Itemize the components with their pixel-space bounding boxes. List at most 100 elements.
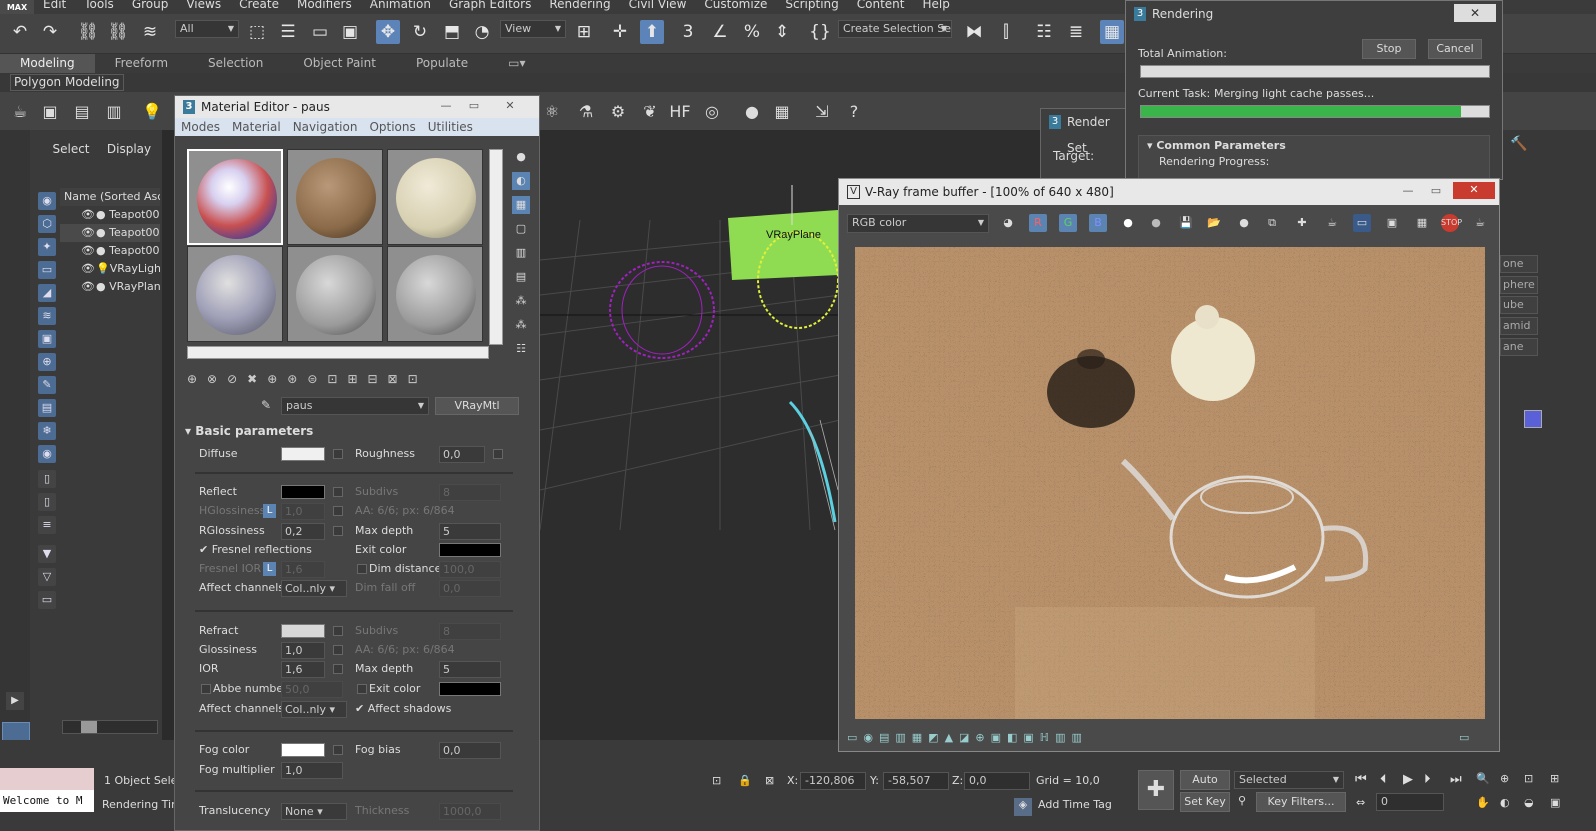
- lens-effects-icon[interactable]: ▦: [1413, 214, 1431, 232]
- render-production-icon[interactable]: ▥: [102, 100, 126, 124]
- background-icon[interactable]: ▦: [512, 196, 530, 214]
- fresnel-checkbox[interactable]: ✔ Fresnel reflections: [199, 543, 312, 556]
- eye-icon[interactable]: ◉: [38, 445, 56, 463]
- helpers-icon[interactable]: ◢: [38, 284, 56, 302]
- play-icon[interactable]: ▶: [1403, 772, 1413, 787]
- material-slot-3[interactable]: [387, 149, 483, 245]
- funnel-icon[interactable]: ▽: [38, 568, 56, 586]
- affect-channels-dropdown[interactable]: Col..nly ▾: [281, 580, 347, 597]
- render-setup-titlebar[interactable]: 3 Render Set: [1041, 109, 1129, 155]
- link-icon[interactable]: ⛓: [76, 20, 100, 44]
- eye-icon[interactable]: 👁: [80, 206, 96, 224]
- close-icon[interactable]: ✕: [497, 98, 523, 115]
- maximize-icon[interactable]: ▭: [461, 98, 487, 115]
- alpha-white-icon[interactable]: ●: [1119, 214, 1137, 232]
- tab-populate[interactable]: Populate: [396, 54, 488, 73]
- vfb-titlebar[interactable]: V V-Ray frame buffer - [100% of 640 x 48…: [839, 179, 1499, 205]
- select-manipulate-icon[interactable]: ✛: [608, 20, 632, 44]
- slot-scrollbar-vertical[interactable]: [489, 149, 503, 345]
- stop-icon[interactable]: STOP: [1441, 214, 1462, 232]
- eye-icon[interactable]: 👁: [80, 242, 96, 260]
- fog-color-map-button[interactable]: [333, 745, 343, 755]
- menu-graph-editors[interactable]: Graph Editors: [440, 0, 540, 11]
- angle-snap-icon[interactable]: ∠: [708, 20, 732, 44]
- z-coordinate-field[interactable]: 0,0: [964, 772, 1030, 790]
- hglossiness-lock-button[interactable]: L: [263, 504, 276, 518]
- polygon-modeling-label[interactable]: Polygon Modeling: [10, 74, 124, 91]
- refract-map-button[interactable]: [333, 626, 343, 636]
- options-icon[interactable]: ⁂: [512, 292, 530, 310]
- molecule-icon[interactable]: ⚛: [540, 100, 564, 124]
- lights-icon[interactable]: ✦: [38, 238, 56, 256]
- refract-affect-channels-dropdown[interactable]: Col..nly ▾: [281, 701, 347, 718]
- xrefs-icon[interactable]: ⊕: [38, 353, 56, 371]
- create-item-sphere[interactable]: phere: [1500, 276, 1538, 294]
- next-frame-icon[interactable]: ⏵: [1424, 772, 1431, 787]
- thickness-field[interactable]: 1000,0: [439, 803, 501, 820]
- ref-coord-dropdown[interactable]: View ▼: [500, 20, 566, 38]
- add-time-tag-label[interactable]: Add Time Tag: [1038, 798, 1112, 811]
- play-icon[interactable]: ▶: [6, 692, 24, 710]
- glossiness-field[interactable]: 1,0: [281, 642, 325, 659]
- goto-end-icon[interactable]: ⏭: [1450, 772, 1462, 787]
- create-item-pyramid[interactable]: amid: [1500, 317, 1538, 335]
- clear-icon[interactable]: ●: [1235, 214, 1253, 232]
- fog-bias-field[interactable]: 0,0: [439, 742, 501, 759]
- containers-icon[interactable]: ▤: [38, 399, 56, 417]
- maximize-viewport-icon[interactable]: ▣: [1550, 796, 1560, 809]
- scene-list-header[interactable]: Name (Sorted Ascer: [60, 188, 160, 206]
- menu-content[interactable]: Content: [848, 0, 914, 11]
- menu-modes[interactable]: Modes: [175, 118, 226, 136]
- groups-icon[interactable]: ▣: [38, 330, 56, 348]
- light-icon[interactable]: 💡: [140, 100, 164, 124]
- close-icon[interactable]: ✕: [1453, 182, 1495, 199]
- create-item-cone[interactable]: one: [1500, 255, 1538, 273]
- menu-material[interactable]: Material: [226, 118, 287, 136]
- vfb-bottom-icons[interactable]: ▭◉▤▥▦◩▲◪⊕▣◧▣ℍ▥▥: [847, 731, 1088, 744]
- key-filters-button[interactable]: Key Filters...: [1256, 792, 1346, 812]
- hglossiness-field[interactable]: 1,0: [281, 503, 325, 520]
- pan-icon[interactable]: ✋: [1476, 796, 1490, 809]
- teapot-render-icon[interactable]: ☕: [1323, 214, 1341, 232]
- selection-filter-dropdown[interactable]: All ▼: [175, 20, 239, 38]
- common-parameters-header[interactable]: ▾ Common Parameters: [1139, 136, 1489, 155]
- set-key-button[interactable]: Set Key: [1180, 792, 1230, 812]
- maximize-icon[interactable]: ▭: [1423, 183, 1449, 200]
- spinner-snap-icon[interactable]: ⇕: [770, 20, 794, 44]
- material-slot-2[interactable]: [287, 149, 383, 245]
- dim-distance-checkbox[interactable]: [357, 564, 367, 574]
- particles-icon[interactable]: ❄: [38, 422, 56, 440]
- glossiness-map-button[interactable]: [333, 645, 343, 655]
- render-frame-icon[interactable]: ▣: [38, 100, 62, 124]
- hglossiness-map-button[interactable]: [333, 506, 343, 516]
- scale-icon[interactable]: ⬒: [440, 20, 464, 44]
- unlink-icon[interactable]: ⛓: [106, 20, 130, 44]
- eye-icon[interactable]: 👁: [80, 278, 96, 296]
- bones-icon[interactable]: ✎: [38, 376, 56, 394]
- rect-selection-icon[interactable]: ▭: [308, 20, 332, 44]
- redo-icon[interactable]: ↷: [38, 20, 62, 44]
- close-icon[interactable]: ✕: [1454, 4, 1496, 22]
- refract-subdivs-field[interactable]: 8: [439, 623, 501, 640]
- rotate-icon[interactable]: ↻: [408, 20, 432, 44]
- sphere-icon[interactable]: ●: [740, 100, 764, 124]
- menu-help[interactable]: Help: [914, 0, 959, 11]
- tab-selection[interactable]: Selection: [188, 54, 283, 73]
- set-key-big-icon[interactable]: ✚: [1138, 770, 1174, 810]
- doc-icon[interactable]: ▯: [38, 470, 56, 488]
- material-toolbar[interactable]: ⊕⊗⊘✖⊕⊛⊜⊡⊞⊟⊠⊡: [187, 372, 517, 390]
- fresnel-ior-lock-button[interactable]: L: [263, 562, 276, 576]
- app-logo[interactable]: MAX: [0, 0, 34, 14]
- backlight-icon[interactable]: ◐: [512, 172, 530, 190]
- list-icon[interactable]: ≡: [38, 516, 56, 534]
- window-crossing-icon[interactable]: ▣: [338, 20, 362, 44]
- menu-rendering[interactable]: Rendering: [540, 0, 619, 11]
- refract-exit-color-checkbox[interactable]: [357, 684, 367, 694]
- tab-freeform[interactable]: Freeform: [95, 54, 188, 73]
- isolate-icon[interactable]: ⊡: [712, 774, 721, 787]
- key-filter-icon[interactable]: ⚲: [1238, 794, 1246, 807]
- video-check-icon[interactable]: ▥: [512, 244, 530, 262]
- eyedropper-icon[interactable]: ✎: [261, 398, 271, 412]
- translucency-dropdown[interactable]: None ▾: [281, 803, 347, 820]
- fresnel-ior-field[interactable]: 1,6: [281, 561, 325, 578]
